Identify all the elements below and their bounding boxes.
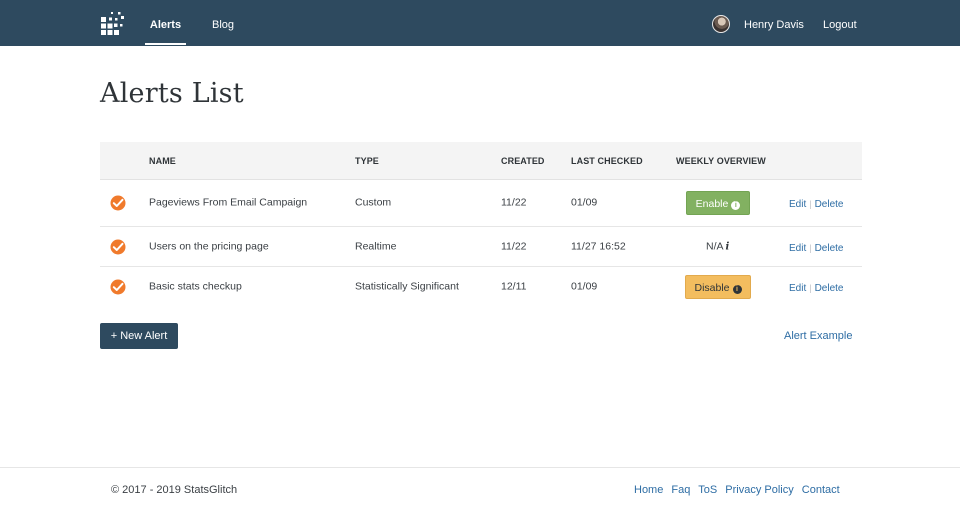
- alert-example-link[interactable]: Alert Example: [784, 330, 852, 342]
- alert-name[interactable]: Basic stats checkup: [149, 280, 242, 292]
- user-avatar[interactable]: [712, 15, 730, 33]
- edit-link[interactable]: Edit: [789, 243, 806, 254]
- top-nav: Alerts Blog Henry Davis Logout: [0, 0, 960, 46]
- footer-link-home[interactable]: Home: [634, 484, 663, 496]
- alert-type: Realtime: [355, 239, 397, 252]
- delete-link[interactable]: Delete: [815, 243, 844, 254]
- row-actions: Edit | Delete: [789, 278, 843, 296]
- header-weekly-overview: WEEKLY OVERVIEW: [676, 156, 766, 166]
- alert-type: Custom: [355, 196, 392, 209]
- alerts-table: NAME TYPE CREATED LAST CHECKED WEEKLY OV…: [100, 142, 862, 307]
- row-actions: Edit | Delete: [789, 238, 843, 256]
- weekly-overview-na: N/A i: [706, 240, 729, 252]
- edit-link[interactable]: Edit: [789, 283, 806, 294]
- table-header: NAME TYPE CREATED LAST CHECKED WEEKLY OV…: [100, 142, 862, 180]
- footer-divider: [0, 467, 960, 468]
- nav-blog-tab[interactable]: Blog: [212, 0, 234, 46]
- nav-alerts-tab[interactable]: Alerts: [145, 0, 186, 45]
- stats-dots-logo-icon[interactable]: [100, 11, 126, 37]
- info-icon: i: [731, 201, 741, 210]
- alert-last-checked: 11/27 16:52: [571, 239, 626, 252]
- footer-link-tos[interactable]: ToS: [698, 484, 717, 496]
- alert-last-checked: 01/09: [571, 196, 598, 209]
- alert-name[interactable]: Users on the pricing page: [149, 240, 269, 252]
- check-badge-icon: [110, 279, 126, 295]
- header-last-checked: LAST CHECKED: [571, 156, 643, 166]
- disable-weekly-button[interactable]: Disable i: [685, 275, 751, 299]
- alert-created: 11/22: [501, 239, 527, 252]
- edit-link[interactable]: Edit: [789, 199, 806, 210]
- alert-created: 11/22: [501, 196, 527, 209]
- alert-last-checked: 01/09: [571, 280, 598, 293]
- page-title: Alerts List: [100, 78, 244, 109]
- table-row: Users on the pricing page Realtime 11/22…: [100, 227, 862, 267]
- check-badge-icon: [110, 195, 126, 211]
- check-badge-icon: [110, 239, 126, 254]
- footer-link-privacy-policy[interactable]: Privacy Policy: [725, 484, 793, 496]
- info-icon: i: [732, 285, 742, 294]
- header-type: TYPE: [355, 156, 379, 166]
- enable-label: Enable: [695, 198, 729, 210]
- alert-type: Statistically Significant: [355, 280, 459, 293]
- alert-name[interactable]: Pageviews From Email Campaign: [149, 196, 307, 208]
- delete-link[interactable]: Delete: [815, 199, 844, 210]
- copyright-text: © 2017 - 2019 StatsGlitch: [111, 484, 238, 496]
- info-icon[interactable]: i: [726, 241, 730, 252]
- table-row: Pageviews From Email Campaign Custom 11/…: [100, 180, 862, 227]
- action-separator: |: [809, 242, 812, 253]
- new-alert-button[interactable]: + New Alert: [100, 323, 178, 349]
- header-name: NAME: [149, 156, 176, 166]
- footer-link-faq[interactable]: Faq: [671, 484, 690, 496]
- table-row: Basic stats checkup Statistically Signif…: [100, 267, 862, 307]
- header-created: CREATED: [501, 156, 545, 166]
- row-actions: Edit | Delete: [789, 194, 843, 212]
- disable-label: Disable: [694, 282, 730, 294]
- action-separator: |: [809, 283, 812, 293]
- alert-created: 12/11: [501, 280, 527, 293]
- footer-link-contact[interactable]: Contact: [802, 484, 840, 496]
- logout-link[interactable]: Logout: [823, 0, 857, 46]
- delete-link[interactable]: Delete: [815, 283, 844, 294]
- weekly-na-text: N/A: [706, 239, 724, 252]
- user-name[interactable]: Henry Davis: [744, 0, 804, 46]
- enable-weekly-button[interactable]: Enable i: [686, 191, 750, 215]
- action-separator: |: [809, 199, 812, 209]
- footer-links: Home Faq ToS Privacy Policy Contact: [634, 484, 845, 496]
